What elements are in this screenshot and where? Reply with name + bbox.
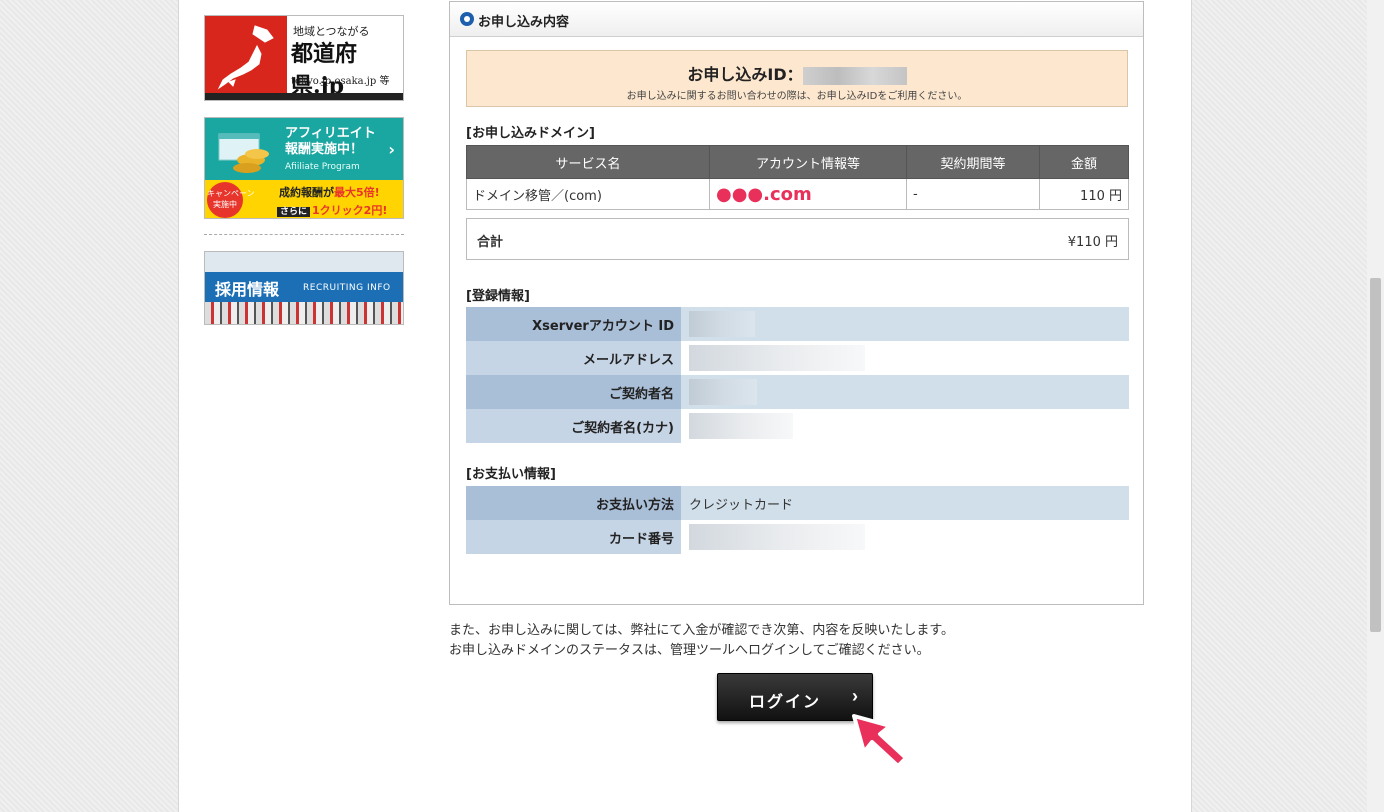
order-id-box: お申し込みID： お申し込みに関するお問い合わせの際は、お申し込みIDをご利用く… (466, 50, 1128, 107)
vertical-scrollbar[interactable] (1367, 0, 1384, 812)
total-box: 合計 ¥110 円 (466, 218, 1129, 260)
reg-label-account-id: Xserverアカウント ID (466, 307, 681, 341)
affiliate-reward-line: 成約報酬が最大5倍! (279, 184, 380, 200)
panel-title: お申し込み内容 (478, 15, 570, 30)
recruit-banner[interactable]: 採用情報 RECRUITING INFO (204, 251, 404, 325)
order-id-note: お申し込みに関するお問い合わせの際は、お申し込みIDをご利用ください。 (626, 91, 968, 102)
table-row: ご契約者名(カナ) (466, 409, 1129, 443)
arrow-pointer-icon (852, 714, 908, 768)
campaign-badge: キャンペーン 実施中 (207, 182, 255, 218)
total-value: ¥110 円 (1067, 235, 1118, 250)
reg-value-name (681, 375, 1129, 409)
chevron-right-icon: › (388, 140, 395, 159)
affiliate-banner[interactable]: アフィリエイト 報酬実施中！ Afiiliate Program › キャンペー… (204, 117, 404, 219)
domain-table: サービス名 アカウント情報等 契約期間等 金額 ドメイン移管／(com) ●●●… (466, 145, 1129, 210)
domain-section-title: [お申し込みドメイン] (466, 126, 595, 141)
registration-table: Xserverアカウント ID メールアドレス ご契約者名 ご契約者名(カナ) (466, 307, 1129, 443)
pay-value-card (681, 520, 1129, 554)
notice-text: また、お申し込みに関しては、弊社にて入金が確認でき次第、内容を反映いたします。 … (449, 621, 954, 661)
table-row: お支払い方法 クレジットカード (466, 486, 1129, 520)
domain-name: ●●●.com (716, 183, 812, 205)
redacted-value (689, 379, 757, 405)
payment-section-title: [お支払い情報] (466, 467, 556, 482)
coins-window-icon (218, 133, 269, 173)
col-account: アカウント情報等 (709, 145, 907, 179)
table-row: ドメイン移管／(com) ●●●.com - 110 円 (466, 178, 1129, 210)
affiliate-click-line: さらに 1クリック2円! (277, 202, 387, 218)
recruit-title: 採用情報 (215, 280, 280, 299)
reg-value-name-kana (681, 409, 1129, 443)
payment-table: お支払い方法 クレジットカード カード番号 (466, 486, 1129, 554)
affiliate-title: アフィリエイト 報酬実施中！ (285, 126, 376, 157)
reg-label-email: メールアドレス (466, 341, 681, 375)
sidebar-divider (204, 234, 404, 235)
japan-map-icon (217, 25, 274, 90)
scrollbar-thumb[interactable] (1370, 278, 1381, 632)
prefecture-domain-banner[interactable]: 地域とつながる 都道府県.jp tokyo.jp osaka.jp 等 (204, 15, 404, 101)
redacted-value (689, 311, 755, 337)
table-row: カード番号 (466, 520, 1129, 554)
recruit-subtitle: RECRUITING INFO (303, 283, 391, 293)
notice-line2: お申し込みドメインのステータスは、管理ツールへログインしてご確認ください。 (449, 643, 930, 658)
col-service: サービス名 (466, 145, 710, 179)
radio-bullet-icon (460, 12, 474, 26)
pay-value-method: クレジットカード (681, 486, 1129, 520)
pay-label-card: カード番号 (466, 520, 681, 554)
click-tag: さらに (277, 207, 311, 217)
affiliate-subtitle: Afiiliate Program (285, 162, 360, 172)
order-id-redacted (802, 66, 907, 85)
redacted-value (689, 413, 793, 439)
banner-bottom-bar (205, 93, 403, 100)
reg-label-name: ご契約者名 (466, 375, 681, 409)
pay-label-method: お支払い方法 (466, 486, 681, 520)
recruit-ceiling (205, 252, 403, 272)
order-details-panel: お申し込み内容 お申し込みID： お申し込みに関するお問い合わせの際は、お申し込… (449, 1, 1144, 605)
cell-period: - (906, 178, 1040, 210)
order-id-line: お申し込みID： (467, 61, 1127, 85)
banner-line3: tokyo.jp osaka.jp 等 (291, 76, 390, 87)
redacted-value (689, 524, 865, 550)
notice-line1: また、お申し込みに関しては、弊社にて入金が確認でき次第、内容を反映いたします。 (449, 623, 955, 638)
login-label: ログイン (749, 694, 822, 711)
col-amount: 金額 (1039, 145, 1129, 179)
reward-highlight: 最大5倍! (334, 186, 380, 199)
col-period: 契約期間等 (906, 145, 1040, 179)
table-row: メールアドレス (466, 341, 1129, 375)
chevron-right-icon: › (852, 686, 858, 706)
reward-prefix: 成約報酬が (279, 186, 334, 199)
banner-line2: 都道府県.jp (291, 41, 358, 99)
reg-value-email (681, 341, 1129, 375)
cell-amount: 110 円 (1039, 178, 1129, 210)
reg-value-account-id (681, 307, 1129, 341)
registration-section-title: [登録情報] (466, 289, 530, 304)
cell-service: ドメイン移管／(com) (466, 178, 710, 210)
redacted-value (689, 345, 865, 371)
office-photo (205, 302, 403, 324)
click-text: 1クリック2円! (312, 204, 388, 217)
table-header-row: サービス名 アカウント情報等 契約期間等 金額 (466, 145, 1129, 179)
order-id-label: お申し込みID： (687, 65, 803, 84)
cell-account: ●●●.com (709, 178, 907, 210)
panel-header: お申し込み内容 (450, 2, 1143, 37)
total-label: 合計 (477, 235, 504, 250)
reg-label-name-kana: ご契約者名(カナ) (466, 409, 681, 443)
table-row: Xserverアカウント ID (466, 307, 1129, 341)
table-row: ご契約者名 (466, 375, 1129, 409)
